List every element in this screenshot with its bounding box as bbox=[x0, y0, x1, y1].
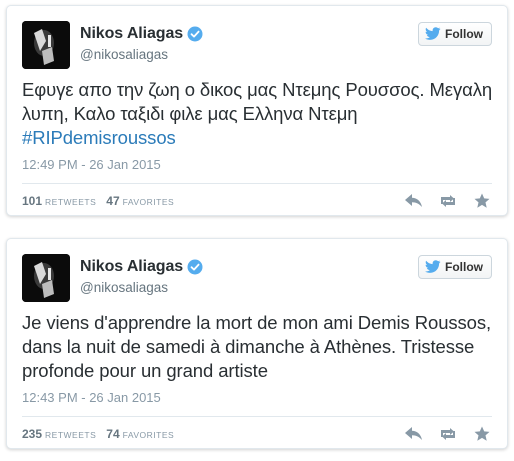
favorite-star-icon[interactable] bbox=[472, 424, 492, 444]
tweet-header: Nikos Aliagas @nikosaliagas Follow bbox=[22, 254, 492, 304]
favorite-star-icon[interactable] bbox=[472, 191, 492, 211]
timestamp-link[interactable]: 12:49 PM - 26 Jan 2015 bbox=[22, 157, 161, 172]
verified-badge-icon bbox=[187, 26, 203, 42]
display-name[interactable]: Nikos Aliagas bbox=[80, 258, 183, 276]
avatar[interactable] bbox=[22, 254, 70, 302]
tweet-stats: 235 RETWEETS 74 FAVORITES bbox=[22, 427, 184, 441]
twitter-bird-icon bbox=[425, 27, 441, 41]
follow-button[interactable]: Follow bbox=[418, 22, 492, 46]
tweet-text: Εφυγε απο την ζωη ο δικος μας Ντεμης Ρου… bbox=[22, 78, 495, 150]
tweet-body: Εφυγε απο την ζωη ο δικος μας Ντεμης Ρου… bbox=[22, 79, 493, 124]
tweet-body: Je viens d'apprendre la mort de mon ami … bbox=[22, 312, 492, 381]
favorite-count-value: 47 bbox=[106, 194, 120, 208]
retweet-count-value: 235 bbox=[22, 427, 43, 441]
follow-label: Follow bbox=[445, 260, 483, 274]
tweet-actions bbox=[390, 191, 492, 211]
tweet-footer: 101 RETWEETS 47 FAVORITES bbox=[22, 191, 492, 211]
display-name[interactable]: Nikos Aliagas bbox=[80, 25, 183, 43]
favorite-count-label: FAVORITES bbox=[122, 197, 175, 207]
embedded-tweet: Nikos Aliagas @nikosaliagas Follow Je vi… bbox=[6, 238, 508, 449]
favorite-count-label: FAVORITES bbox=[122, 430, 175, 440]
favorite-count-value: 74 bbox=[106, 427, 120, 441]
retweet-count[interactable]: 101 RETWEETS bbox=[22, 194, 96, 208]
favorite-count[interactable]: 74 FAVORITES bbox=[106, 427, 174, 441]
author-info: Nikos Aliagas @nikosaliagas bbox=[80, 258, 203, 295]
tweet-text: Je viens d'apprendre la mort de mon ami … bbox=[22, 311, 495, 383]
tweet-stats: 101 RETWEETS 47 FAVORITES bbox=[22, 194, 184, 208]
embedded-tweet: Nikos Aliagas @nikosaliagas Follow Εφυγε… bbox=[6, 5, 508, 216]
twitter-bird-icon bbox=[425, 260, 441, 274]
author-info: Nikos Aliagas @nikosaliagas bbox=[80, 25, 203, 62]
username[interactable]: @nikosaliagas bbox=[80, 47, 203, 62]
timestamp-link[interactable]: 12:43 PM - 26 Jan 2015 bbox=[22, 390, 161, 405]
username[interactable]: @nikosaliagas bbox=[80, 280, 203, 295]
favorite-count[interactable]: 47 FAVORITES bbox=[106, 194, 174, 208]
divider bbox=[22, 183, 492, 184]
retweet-count-value: 101 bbox=[22, 194, 43, 208]
follow-label: Follow bbox=[445, 27, 483, 41]
retweet-count-label: RETWEETS bbox=[45, 197, 97, 207]
tweet-header: Nikos Aliagas @nikosaliagas Follow bbox=[22, 21, 492, 71]
retweet-count[interactable]: 235 RETWEETS bbox=[22, 427, 96, 441]
retweet-icon[interactable] bbox=[438, 191, 458, 211]
follow-button[interactable]: Follow bbox=[418, 255, 492, 279]
divider bbox=[22, 416, 492, 417]
retweet-icon[interactable] bbox=[438, 424, 458, 444]
reply-icon[interactable] bbox=[404, 191, 424, 211]
tweet-actions bbox=[390, 424, 492, 444]
hashtag-link[interactable]: #RIPdemisroussos bbox=[22, 126, 495, 150]
verified-badge-icon bbox=[187, 259, 203, 275]
reply-icon[interactable] bbox=[404, 424, 424, 444]
tweet-footer: 235 RETWEETS 74 FAVORITES bbox=[22, 424, 492, 444]
avatar[interactable] bbox=[22, 21, 70, 69]
retweet-count-label: RETWEETS bbox=[45, 430, 97, 440]
